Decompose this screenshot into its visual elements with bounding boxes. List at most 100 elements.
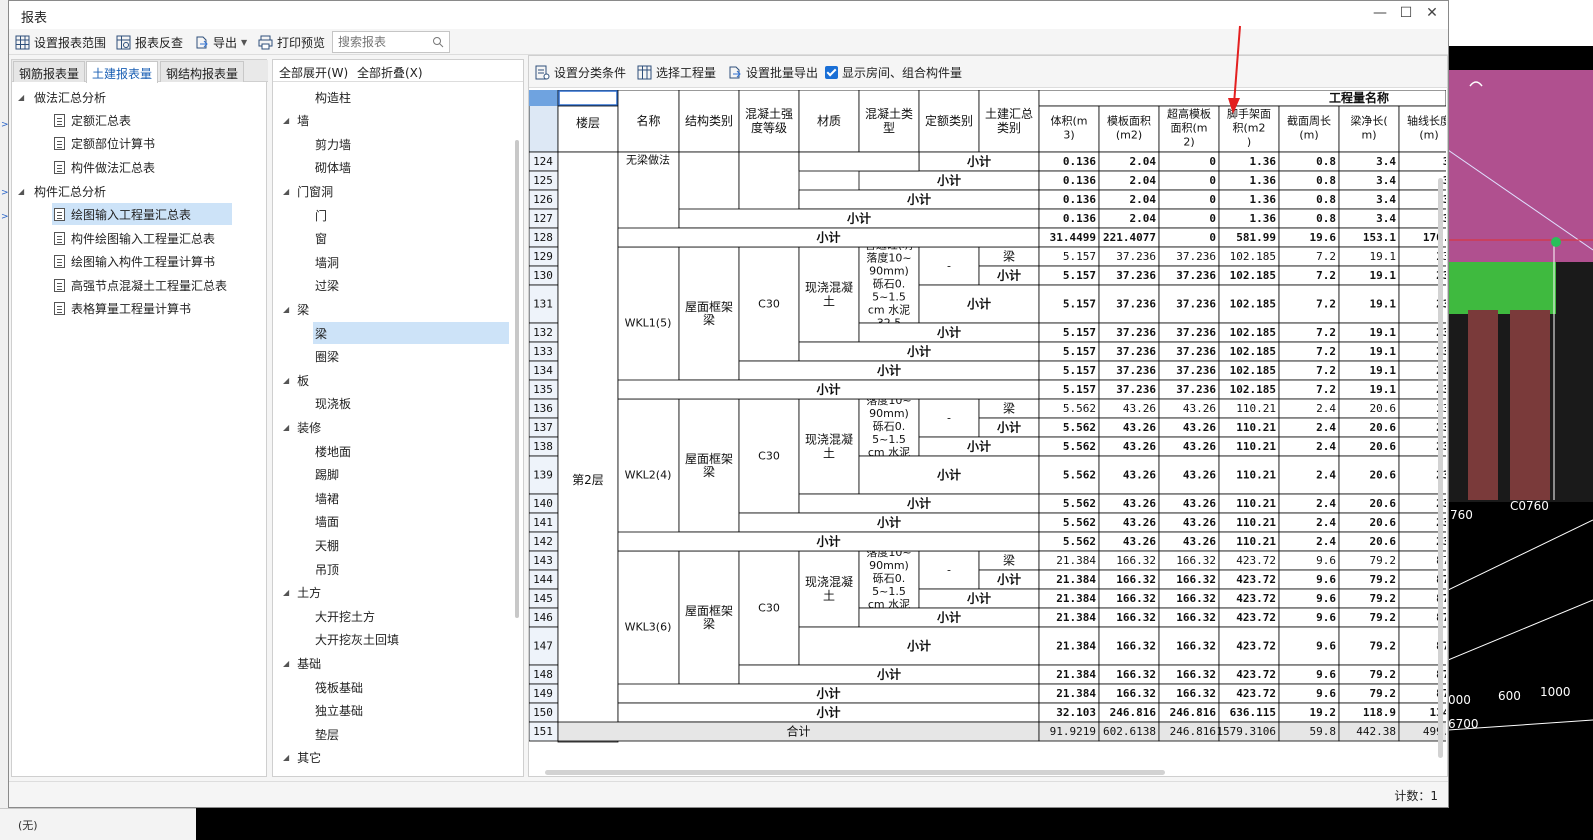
collapse-all-button[interactable]: 全部折叠(X) [357, 64, 423, 81]
tab-rebar-report[interactable]: 钢筋报表量 [13, 61, 86, 82]
set-category-button[interactable]: 设置分类条件 [535, 62, 626, 82]
tree-category[interactable]: ◢ 其它 [283, 747, 321, 769]
collapse-arrow-icon[interactable]: ◢ [283, 753, 289, 762]
search-input[interactable] [336, 33, 430, 51]
tree-node-label: 天棚 [315, 538, 340, 553]
value-text: 3. [1443, 212, 1446, 225]
collapse-arrow-icon[interactable]: ◢ [18, 187, 28, 196]
close-button[interactable]: ✕ [1421, 5, 1443, 25]
tree-node-label: 大开挖土方 [315, 609, 376, 624]
tree-component[interactable]: 圈梁 [315, 346, 339, 368]
collapse-arrow-icon[interactable]: ◢ [283, 423, 289, 432]
search-box[interactable] [332, 31, 450, 53]
maximize-button[interactable]: ☐ [1395, 5, 1417, 25]
tree-component[interactable]: 天棚 [315, 534, 339, 556]
minimize-button[interactable]: — [1369, 5, 1391, 25]
horizontal-scrollbar[interactable] [545, 770, 1165, 775]
tree-component[interactable]: 梁 [313, 322, 509, 344]
quota-label: - [947, 564, 951, 577]
report-table-panel: 设置分类条件 选择工程量 设置批量导出 显示房间、组合构件量 楼层 名称 结构类别混… [528, 55, 1448, 777]
collapse-arrow-icon[interactable]: ◢ [283, 376, 289, 385]
tree-category[interactable]: ◢ 梁 [283, 298, 309, 320]
tree-component[interactable]: 门 [315, 204, 327, 226]
tree-component[interactable]: 墙面 [315, 511, 339, 533]
tree-category[interactable]: ◢ 门窗洞 [283, 180, 333, 202]
tree-group-component-summary[interactable]: ◢ 构件汇总分析 [18, 180, 106, 202]
tree-component[interactable]: 墙裙 [315, 487, 339, 509]
tree-item-table-calc-book[interactable]: 表格算量工程量计算书 [54, 297, 191, 319]
tree-node-label: 墙洞 [315, 255, 340, 270]
tree-item-label: 构件做法汇总表 [71, 160, 156, 175]
tree-component[interactable]: 吊顶 [315, 558, 339, 580]
tree-category[interactable]: ◢ 土方 [283, 582, 321, 604]
tree-component[interactable]: 大开挖土方 [315, 605, 375, 627]
print-preview-button[interactable]: 打印预览 [258, 32, 325, 52]
value-text: 221.4077 [1103, 231, 1156, 244]
tree-component[interactable]: 踢脚 [315, 464, 339, 486]
tab-civil-report[interactable]: 土建报表量 [86, 61, 159, 83]
collapse-arrow-icon[interactable]: ◢ [283, 588, 289, 597]
value-text: 37.236 [1116, 250, 1156, 263]
tab-steel-report[interactable]: 钢结构报表量 [160, 61, 245, 82]
select-project-label: 选择工程量 [656, 65, 717, 80]
concrete-type-label: 90mm) [869, 407, 909, 420]
report-range-button[interactable]: 设置报表范围 [15, 32, 106, 52]
tree-node-label: 现浇板 [315, 397, 352, 412]
tree-component[interactable]: 窗 [315, 228, 327, 250]
tree-component[interactable]: 现浇板 [315, 393, 351, 415]
batch-export-button[interactable]: 设置批量导出 [727, 62, 818, 82]
tree-category[interactable]: ◢ 墙 [283, 110, 309, 132]
value-text: 1.36 [1250, 155, 1277, 168]
row-number: 126 [533, 193, 553, 206]
tree-component[interactable]: 剪力墙 [315, 133, 351, 155]
expand-all-button[interactable]: 全部展开(W) [279, 64, 348, 81]
tree-item-quota-calc[interactable]: 定额部位计算书 [54, 132, 155, 154]
tree-component[interactable]: 楼地面 [315, 440, 351, 462]
tree-scrollbar[interactable] [515, 140, 519, 618]
tree-item-quota-summary[interactable]: 定额汇总表 [54, 109, 131, 131]
tree-group-method-summary[interactable]: ◢ 做法汇总分析 [18, 86, 106, 108]
tree-item-component-method[interactable]: 构件做法汇总表 [54, 156, 155, 178]
select-project-button[interactable]: 选择工程量 [637, 62, 716, 82]
corner-highlight [529, 90, 558, 106]
tree-component[interactable]: 构造柱 [315, 86, 351, 108]
tree-item-drawing-quantity-summary[interactable]: 绘图输入工程量汇总表 [52, 203, 232, 225]
collapse-arrow-icon[interactable]: ◢ [18, 93, 28, 102]
3d-node-marker [1551, 237, 1561, 247]
value-text: 110.21 [1236, 497, 1276, 510]
vertical-scrollbar[interactable] [1438, 178, 1443, 758]
tree-component[interactable]: 筏板基础 [315, 676, 363, 698]
tree-component[interactable]: 砌体墙 [315, 157, 351, 179]
tree-component[interactable]: 过梁 [315, 275, 339, 297]
tree-component[interactable]: 墙洞 [315, 251, 339, 273]
value-text: 2.4 [1316, 516, 1336, 529]
tree-item-drawing-calc-book[interactable]: 绘图输入构件工程量计算书 [54, 250, 215, 272]
report-check-button[interactable]: 报表反查 [116, 32, 183, 52]
tree-component[interactable]: 独立基础 [315, 700, 363, 722]
value-text: 2.04 [1130, 155, 1157, 168]
tree-component[interactable]: 大开挖灰土回填 [315, 629, 399, 651]
collapse-arrow-icon[interactable]: ◢ [283, 305, 289, 314]
tree-category[interactable]: ◢ 装修 [283, 416, 321, 438]
tree-item-component-drawing-summary[interactable]: 构件绘图输入工程量汇总表 [54, 227, 215, 249]
checkbox-checked-icon[interactable] [825, 65, 838, 79]
background-cad-bottom [196, 808, 1593, 840]
tree-category[interactable]: ◢ 基础 [283, 652, 321, 674]
quantity-table[interactable]: 楼层 名称 结构类别 混凝土强 度等级 材质 混凝土类型 定额类别 土建汇总 类别 工程量名称 体积(… [529, 90, 1446, 750]
collapse-arrow-icon[interactable]: ◢ [283, 116, 289, 125]
value-text: 246.816 [1170, 706, 1217, 719]
collapse-arrow-icon[interactable]: ◢ [283, 187, 289, 196]
value-text: 43.26 [1183, 535, 1216, 548]
search-icon[interactable] [432, 36, 444, 51]
export-button[interactable]: 导出 ▼ [194, 32, 247, 52]
subtotal-label: 小计 [907, 344, 931, 359]
subtotal-label: 小计 [967, 439, 991, 454]
show-rooms-checkbox[interactable]: 显示房间、组合构件量 [825, 62, 962, 82]
collapse-arrow-icon[interactable]: ◢ [283, 659, 289, 668]
row-number: 129 [533, 250, 553, 263]
tree-component[interactable]: 垫层 [315, 723, 339, 745]
tree-category[interactable]: ◢ 板 [283, 369, 309, 391]
set-category-label: 设置分类条件 [554, 65, 627, 80]
material-label: 现浇混凝 [805, 574, 853, 589]
tree-item-high-strength-node[interactable]: 高强节点混凝土工程量汇总表 [54, 274, 227, 296]
